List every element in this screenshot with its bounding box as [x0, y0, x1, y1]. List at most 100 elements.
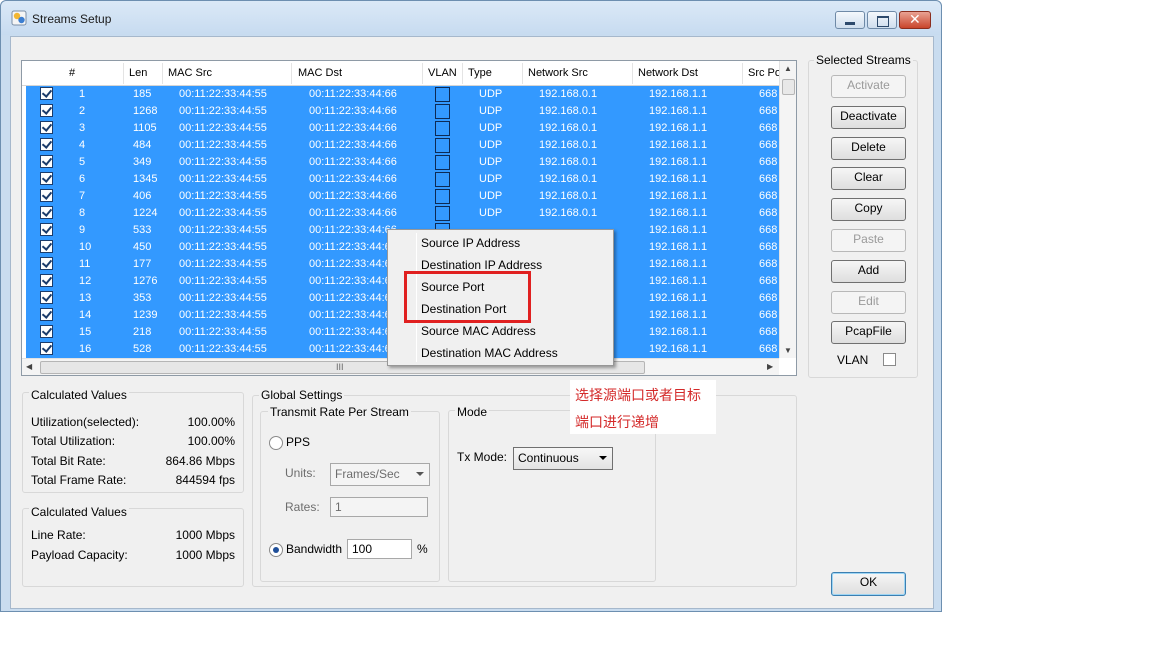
paste-button[interactable]: Paste [831, 229, 906, 252]
bandwidth-radio[interactable] [269, 543, 283, 557]
column-header-network-dst[interactable]: Network Dst [638, 67, 698, 79]
title-bar[interactable]: Streams Setup ✕ [1, 1, 941, 35]
maximize-button[interactable] [867, 11, 897, 29]
row-checkbox[interactable] [40, 342, 53, 355]
edit-button[interactable]: Edit [831, 290, 906, 314]
row-checkbox[interactable] [40, 189, 53, 202]
vlan-checkbox[interactable] [883, 353, 896, 366]
column-header-mac-src[interactable]: MAC Src [168, 67, 212, 79]
scroll-up-icon[interactable]: ▲ [784, 64, 792, 73]
scroll-right-icon[interactable]: ▶ [767, 362, 773, 371]
column-header-type[interactable]: Type [468, 67, 492, 79]
row-checkbox[interactable] [40, 257, 53, 270]
cell-len: 450 [133, 241, 152, 253]
cell-src-port: 668 [759, 122, 778, 134]
minimize-icon [845, 22, 855, 25]
pcapfile-button[interactable]: PcapFile [831, 321, 906, 345]
column-header-mac-dst[interactable]: MAC Dst [298, 67, 342, 79]
cell-len: 1239 [133, 309, 158, 321]
cell-len: 1105 [133, 122, 157, 134]
cell-mac-src: 00:11:22:33:44:55 [179, 343, 267, 355]
row-checkbox[interactable] [40, 121, 53, 134]
cell-src-port: 668 [759, 156, 778, 168]
cell-network-src: 192.168.0.1 [539, 139, 598, 151]
table-row[interactable]: 8 1224 00:11:22:33:44:55 00:11:22:33:44:66 U… [26, 205, 779, 222]
cell-src-port: 668 [759, 190, 778, 202]
minimize-button[interactable] [835, 11, 865, 29]
cell-mac-src: 00:11:22:33:44:55 [179, 326, 267, 338]
activate-button[interactable]: Activate [831, 75, 906, 98]
column-header-src-port[interactable]: Src Po [748, 67, 781, 79]
cell-network-dst: 192.168.1.1 [649, 190, 708, 202]
tx-mode-select[interactable]: Continuous [513, 447, 613, 470]
bandwidth-input[interactable]: 100 [347, 539, 412, 559]
payload-capacity-label: Payload Capacity: [31, 548, 128, 562]
bandwidth-label: Bandwidth [286, 542, 343, 556]
menu-item-source-ip[interactable]: Source IP Address [421, 236, 520, 250]
row-checkbox[interactable] [40, 104, 53, 117]
table-row[interactable]: 3 1105 00:11:22:33:44:55 00:11:22:33:44:66 U… [26, 120, 779, 137]
units-select[interactable]: Frames/Sec [330, 463, 430, 486]
deactivate-button[interactable]: Deactivate [831, 105, 906, 129]
tx-mode-label: Tx Mode: [457, 450, 508, 464]
close-button[interactable]: ✕ [899, 11, 931, 29]
row-checkbox[interactable] [40, 291, 53, 304]
row-checkbox[interactable] [40, 274, 53, 287]
pps-radio[interactable] [269, 436, 283, 450]
cell-number: 16 [79, 343, 92, 355]
rates-input[interactable]: 1 [330, 497, 428, 517]
row-checkbox[interactable] [40, 87, 53, 100]
cell-number: 13 [79, 292, 92, 304]
cell-src-port: 668 [759, 309, 778, 321]
global-settings-label: Global Settings [259, 388, 345, 402]
cell-number: 1 [79, 88, 86, 100]
vertical-scrollbar[interactable]: ▲ ▼ [779, 61, 796, 358]
table-row[interactable]: 5 349 00:11:22:33:44:55 00:11:22:33:44:66 UD… [26, 154, 779, 171]
utilization-selected-value: 100.00% [187, 415, 235, 429]
cell-len: 185 [133, 88, 152, 100]
copy-button[interactable]: Copy [831, 198, 906, 222]
menu-item-source-mac[interactable]: Source MAC Address [421, 324, 536, 338]
table-row[interactable]: 4 484 00:11:22:33:44:55 00:11:22:33:44:66 UD… [26, 137, 779, 154]
cell-mac-src: 00:11:22:33:44:55 [179, 156, 267, 168]
delete-button[interactable]: Delete [831, 136, 906, 160]
column-header-number[interactable]: # [69, 67, 75, 79]
cell-mac-dst: 00:11:22:33:44:6 [309, 309, 391, 321]
column-header-len[interactable]: Len [129, 67, 147, 79]
cell-len: 533 [133, 224, 152, 236]
row-checkbox[interactable] [40, 206, 53, 219]
vertical-scroll-thumb[interactable] [782, 79, 795, 95]
menu-item-destination-ip[interactable]: Destination IP Address [421, 258, 542, 272]
cell-type: UDP [479, 173, 503, 185]
table-row[interactable]: 2 1268 00:11:22:33:44:55 00:11:22:33:44:66 U… [26, 103, 779, 120]
window-title: Streams Setup [32, 12, 112, 26]
ok-button[interactable]: OK [831, 572, 906, 596]
cell-type: UDP [479, 156, 503, 168]
cell-number: 2 [79, 105, 86, 117]
row-checkbox[interactable] [40, 325, 53, 338]
cell-len: 353 [133, 292, 152, 304]
clear-button[interactable]: Clear [831, 167, 906, 191]
cell-network-dst: 192.168.1.1 [649, 173, 708, 185]
column-header-vlan[interactable]: VLAN [428, 67, 457, 79]
cell-network-src: 192.168.0.1 [539, 207, 598, 219]
row-checkbox[interactable] [40, 155, 53, 168]
table-row[interactable]: 1 185 00:11:22:33:44:55 00:11:22:33:44:66 UD… [26, 86, 779, 103]
row-checkbox[interactable] [40, 308, 53, 321]
cell-number: 14 [79, 309, 92, 321]
row-checkbox[interactable] [40, 240, 53, 253]
row-checkbox[interactable] [40, 223, 53, 236]
row-checkbox[interactable] [40, 172, 53, 185]
column-header-network-src[interactable]: Network Src [528, 67, 588, 79]
table-row[interactable]: 6 1345 00:11:22:33:44:55 00:11:22:33:44:66 U… [26, 171, 779, 188]
vlan-cell-box [435, 155, 450, 170]
vlan-cell-box [435, 172, 450, 187]
table-row[interactable]: 7 406 00:11:22:33:44:55 00:11:22:33:44:66 UD… [26, 188, 779, 205]
menu-item-destination-mac[interactable]: Destination MAC Address [421, 346, 558, 360]
add-button[interactable]: Add [831, 259, 906, 283]
scroll-left-icon[interactable]: ◀ [26, 362, 32, 371]
row-checkbox[interactable] [40, 138, 53, 151]
cell-network-dst: 192.168.1.1 [649, 258, 708, 270]
scroll-down-icon[interactable]: ▼ [784, 346, 792, 355]
table-header: # Len MAC Src MAC Dst VLAN Type Network … [22, 61, 781, 86]
